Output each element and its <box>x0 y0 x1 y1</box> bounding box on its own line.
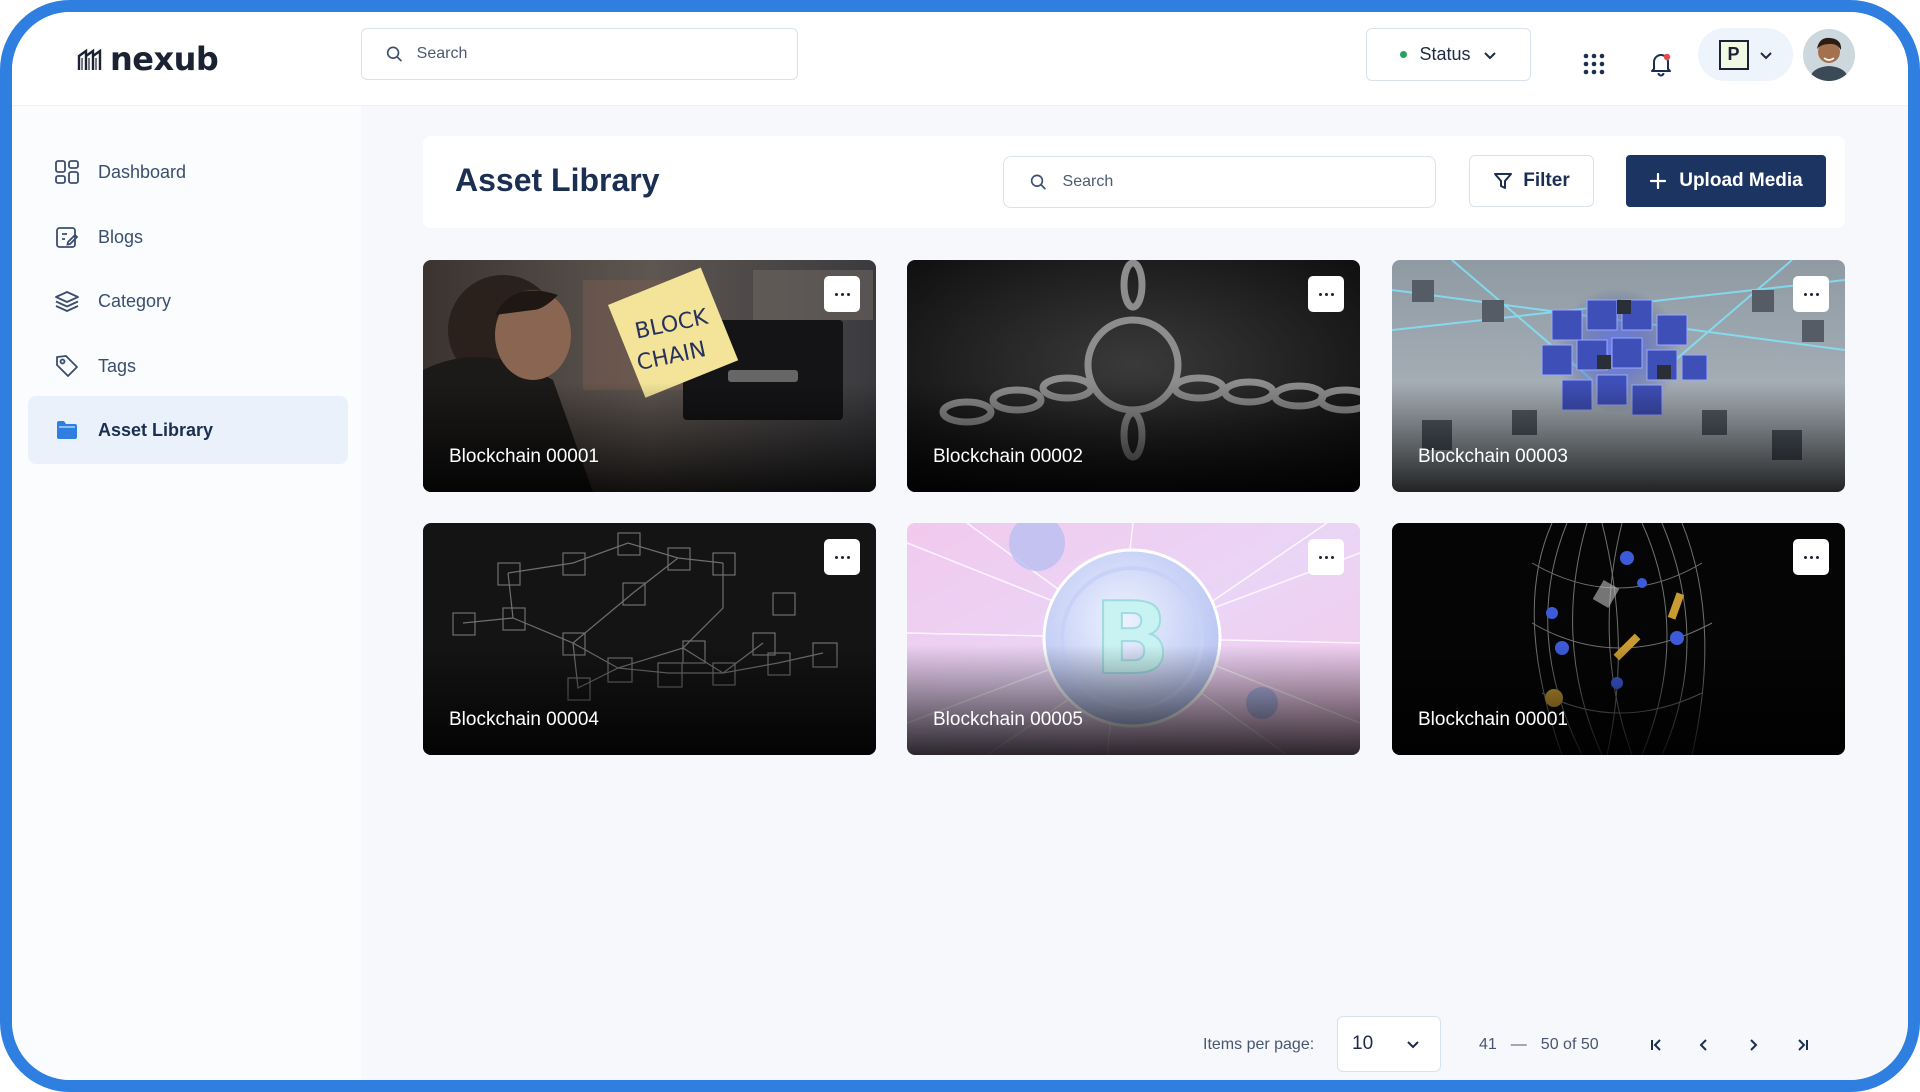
filter-icon <box>1494 173 1513 189</box>
more-options-button[interactable] <box>824 539 860 575</box>
sidebar-item-label: Tags <box>98 355 137 376</box>
asset-caption: Blockchain 00005 <box>933 709 1083 730</box>
plus-icon <box>1650 172 1667 190</box>
first-page-button[interactable] <box>1643 1032 1669 1058</box>
sidebar-item-label: Dashboard <box>98 161 187 182</box>
asset-search-input[interactable] <box>1062 173 1435 191</box>
search-icon <box>1030 174 1046 190</box>
sidebar-item-blogs[interactable]: Blogs <box>28 203 348 271</box>
next-page-button[interactable] <box>1740 1032 1766 1058</box>
asset-caption: Blockchain 00002 <box>933 446 1083 467</box>
workspace-switcher[interactable]: P <box>1698 28 1793 81</box>
more-options-button[interactable] <box>1308 539 1344 575</box>
items-per-page-select[interactable]: 10 <box>1337 1016 1441 1072</box>
status-dropdown[interactable]: Status <box>1366 28 1531 81</box>
chevron-right-icon <box>1750 1039 1758 1051</box>
status-dot <box>1400 51 1408 58</box>
notification-bell-icon[interactable] <box>1648 51 1674 77</box>
asset-card[interactable]: Blockchain 00001 <box>1392 523 1845 755</box>
last-page-button[interactable] <box>1790 1032 1816 1058</box>
caption-gradient <box>907 382 1360 492</box>
chevron-down-icon <box>1407 1041 1419 1049</box>
sidebar-item-dashboard[interactable]: Dashboard <box>28 138 348 206</box>
asset-card[interactable]: Blockchain 00004 <box>423 523 876 755</box>
upload-media-label: Upload Media <box>1679 170 1803 191</box>
caption-gradient <box>907 645 1360 755</box>
items-per-page-value: 10 <box>1352 1033 1374 1054</box>
page-title: Asset Library <box>455 162 660 198</box>
asset-card[interactable]: BLOCK CHAIN Blockchain 00001 <box>423 260 876 492</box>
top-header: nexub Status P <box>12 12 1908 106</box>
filter-button[interactable]: Filter <box>1469 155 1594 207</box>
sidebar-item-label: Category <box>98 290 172 311</box>
folder-icon <box>57 421 77 439</box>
main-content: Asset Library Filter Upload Media <box>361 106 1908 1080</box>
global-search-input[interactable] <box>416 45 797 63</box>
page-range: 41 — 50 of 50 <box>1479 1036 1599 1054</box>
sidebar-item-label: Blogs <box>98 226 144 247</box>
filter-label: Filter <box>1523 170 1570 191</box>
chevron-down-icon <box>1759 51 1772 59</box>
more-options-button[interactable] <box>1308 276 1344 312</box>
sidebar-item-asset-library[interactable]: Asset Library <box>28 396 348 464</box>
tag-icon <box>56 355 78 377</box>
chevron-left-icon <box>1699 1039 1707 1051</box>
logo-mark-icon <box>77 48 102 70</box>
previous-page-button[interactable] <box>1691 1032 1717 1058</box>
asset-search[interactable] <box>1003 156 1436 208</box>
workspace-badge: P <box>1718 39 1749 70</box>
more-options-button[interactable] <box>1793 539 1829 575</box>
chevron-down-icon <box>1483 51 1496 59</box>
sidebar-item-tags[interactable]: Tags <box>28 332 348 400</box>
dashboard-grid-icon <box>55 160 79 184</box>
workspace-badge-letter: P <box>1727 44 1740 64</box>
status-label: Status <box>1419 44 1471 64</box>
page-header-panel: Asset Library Filter Upload Media <box>423 136 1845 228</box>
caption-gradient <box>423 382 876 492</box>
range-dash: — <box>1510 1036 1527 1053</box>
range-start: 41 <box>1479 1036 1497 1053</box>
first-page-icon <box>1651 1039 1661 1051</box>
app-window: nexub Status P <box>0 0 1920 1092</box>
asset-caption: Blockchain 00004 <box>449 709 599 730</box>
asset-card[interactable]: Blockchain 00003 <box>1392 260 1845 492</box>
range-end: 50 of 50 <box>1540 1036 1599 1053</box>
caption-gradient <box>1392 382 1845 492</box>
more-options-button[interactable] <box>1793 276 1829 312</box>
search-icon <box>386 46 402 62</box>
asset-card[interactable]: Blockchain 00002 <box>907 260 1360 492</box>
asset-caption: Blockchain 00001 <box>1418 709 1568 730</box>
sidebar: Dashboard Blogs Category Tags Asset Libr… <box>12 106 361 1080</box>
more-options-button[interactable] <box>824 276 860 312</box>
apps-grid-icon[interactable] <box>1582 52 1606 76</box>
asset-card[interactable]: B Blockchain 00005 <box>907 523 1360 755</box>
logo[interactable]: nexub <box>76 40 219 78</box>
upload-media-button[interactable]: Upload Media <box>1626 155 1826 207</box>
global-search[interactable] <box>361 28 798 80</box>
user-avatar-image <box>1803 29 1855 81</box>
sidebar-item-category[interactable]: Category <box>28 267 348 335</box>
caption-gradient <box>1392 645 1845 755</box>
asset-caption: Blockchain 00003 <box>1418 446 1568 467</box>
sidebar-item-label: Asset Library <box>98 419 214 440</box>
pagination: Items per page: 10 41 — 50 of 50 <box>361 1016 1908 1076</box>
user-avatar[interactable] <box>1803 29 1855 81</box>
layers-icon <box>55 291 79 312</box>
logo-text: nexub <box>110 40 219 78</box>
edit-note-icon <box>56 227 79 248</box>
asset-caption: Blockchain 00001 <box>449 446 599 467</box>
caption-gradient <box>423 645 876 755</box>
last-page-icon <box>1798 1039 1808 1051</box>
items-per-page-label: Items per page: <box>1203 1036 1315 1053</box>
